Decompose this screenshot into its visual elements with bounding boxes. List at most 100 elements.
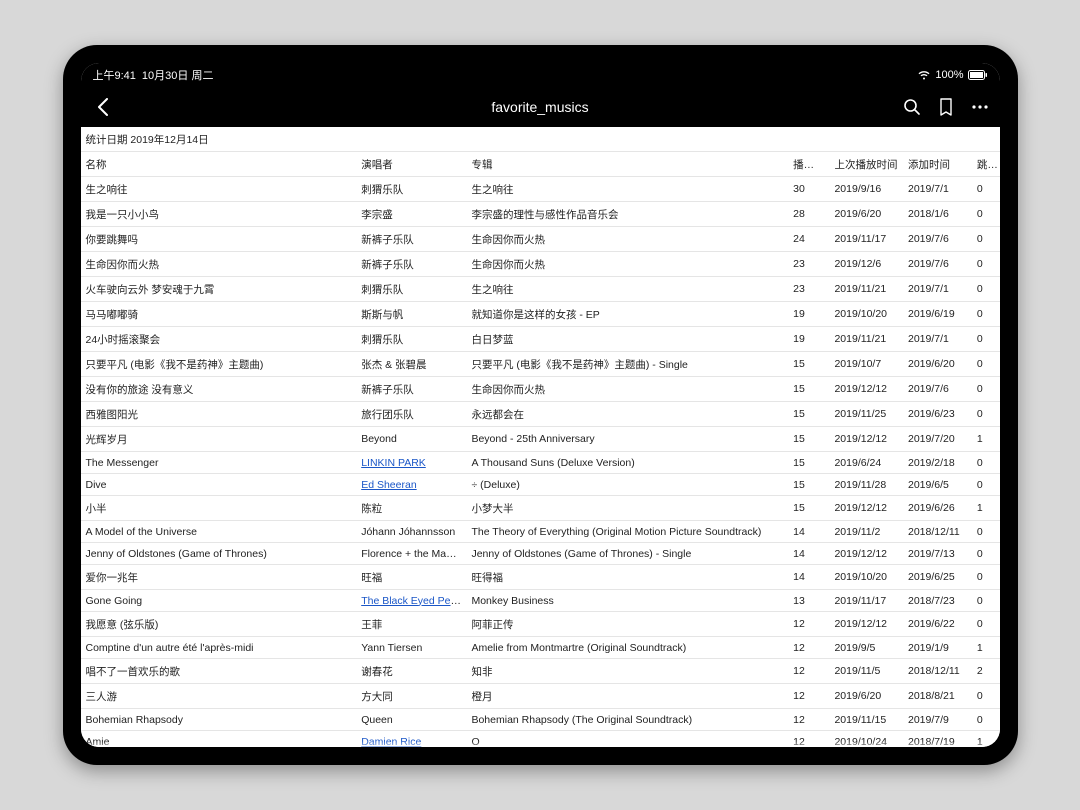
table-row[interactable]: 光辉岁月BeyondBeyond - 25th Anniversary15201…: [81, 427, 1000, 452]
table-row[interactable]: 只要平凡 (电影《我不是药神》主题曲)张杰 & 张碧晨只要平凡 (电影《我不是药…: [81, 352, 1000, 377]
cell-last-played: 2019/12/12: [829, 427, 903, 452]
cell-plays: 13: [788, 590, 829, 612]
cell-name: 光辉岁月: [81, 427, 357, 452]
cell-artist: Yann Tiersen: [356, 637, 466, 659]
cell-skips: 0: [972, 452, 1000, 474]
cell-last-played: 2019/12/12: [829, 496, 903, 521]
cell-artist-link[interactable]: LINKIN PARK: [361, 457, 426, 469]
table-row[interactable]: 生命因你而火热新裤子乐队生命因你而火热232019/12/62019/7/60: [81, 252, 1000, 277]
table-row[interactable]: AmieDamien RiceO122019/10/242018/7/191: [81, 731, 1000, 748]
cell-plays: 28: [788, 202, 829, 227]
cell-plays: 14: [788, 543, 829, 565]
table-row[interactable]: 唱不了一首欢乐的歌谢春花知非122019/11/52018/12/112: [81, 659, 1000, 684]
cell-last-played: 2019/6/20: [829, 684, 903, 709]
table-row[interactable]: 你要跳舞吗新裤子乐队生命因你而火热242019/11/172019/7/60: [81, 227, 1000, 252]
cell-added: 2019/6/22: [903, 612, 972, 637]
table-row[interactable]: 我是一只小小鸟李宗盛李宗盛的理性与感性作品音乐会282019/6/202018/…: [81, 202, 1000, 227]
cell-album: 生命因你而火热: [466, 377, 788, 402]
header-added: 添加时间: [903, 152, 972, 177]
cell-artist: 刺猬乐队: [356, 277, 466, 302]
cell-added: 2018/7/19: [903, 731, 972, 748]
cell-artist: Queen: [356, 709, 466, 731]
cell-artist: 刺猬乐队: [356, 327, 466, 352]
cell-last-played: 2019/11/21: [829, 327, 903, 352]
search-icon[interactable]: [902, 97, 922, 117]
cell-last-played: 2019/11/25: [829, 402, 903, 427]
cell-skips: 0: [972, 543, 1000, 565]
header-album: 专辑: [466, 152, 788, 177]
cell-plays: 12: [788, 637, 829, 659]
cell-artist: Florence + the Machine: [356, 543, 466, 565]
cell-added: 2018/12/11: [903, 521, 972, 543]
table-row[interactable]: Comptine d'un autre été l'après-midiYann…: [81, 637, 1000, 659]
cell-artist: Damien Rice: [356, 731, 466, 748]
cell-skips: 0: [972, 565, 1000, 590]
cell-artist: 新裤子乐队: [356, 227, 466, 252]
cell-album: Bohemian Rhapsody (The Original Soundtra…: [466, 709, 788, 731]
table-row[interactable]: 三人游方大同橙月122019/6/202018/8/210: [81, 684, 1000, 709]
table-row[interactable]: A Model of the UniverseJóhann Jóhannsson…: [81, 521, 1000, 543]
cell-name: 只要平凡 (电影《我不是药神》主题曲): [81, 352, 357, 377]
table-row[interactable]: 我愿意 (弦乐版)王菲阿菲正传122019/12/122019/6/220: [81, 612, 1000, 637]
cell-added: 2019/6/26: [903, 496, 972, 521]
cell-added: 2018/7/23: [903, 590, 972, 612]
table-row[interactable]: Jenny of Oldstones (Game of Thrones)Flor…: [81, 543, 1000, 565]
cell-album: 只要平凡 (电影《我不是药神》主题曲) - Single: [466, 352, 788, 377]
cell-name: 火车驶向云外 梦安魂于九霄: [81, 277, 357, 302]
cell-skips: 2: [972, 659, 1000, 684]
cell-artist-link[interactable]: The Black Eyed Peas: [361, 595, 461, 607]
table-row[interactable]: 生之响往刺猬乐队生之响往302019/9/162019/7/10: [81, 177, 1000, 202]
cell-artist: The Black Eyed Peas: [356, 590, 466, 612]
table-row[interactable]: 西雅图阳光旅行团乐队永远都会在152019/11/252019/6/230: [81, 402, 1000, 427]
cell-last-played: 2019/11/17: [829, 590, 903, 612]
cell-artist-link[interactable]: Damien Rice: [361, 736, 421, 748]
cell-artist: 王菲: [356, 612, 466, 637]
table-row[interactable]: 没有你的旅途 没有意义新裤子乐队生命因你而火热152019/12/122019/…: [81, 377, 1000, 402]
cell-last-played: 2019/10/7: [829, 352, 903, 377]
cell-skips: 0: [972, 684, 1000, 709]
cell-plays: 12: [788, 684, 829, 709]
top-bar: favorite_musics: [81, 87, 1000, 127]
table-row[interactable]: Gone GoingThe Black Eyed PeasMonkey Busi…: [81, 590, 1000, 612]
cell-plays: 19: [788, 327, 829, 352]
cell-added: 2019/7/1: [903, 277, 972, 302]
cell-added: 2018/12/11: [903, 659, 972, 684]
cell-artist: 新裤子乐队: [356, 252, 466, 277]
cell-name: 24小时摇滚聚会: [81, 327, 357, 352]
cell-artist-link[interactable]: Ed Sheeran: [361, 479, 416, 491]
cell-album: Beyond - 25th Anniversary: [466, 427, 788, 452]
cell-artist: 陈粒: [356, 496, 466, 521]
cell-album: 知非: [466, 659, 788, 684]
cell-album: 生命因你而火热: [466, 227, 788, 252]
table-row[interactable]: Bohemian RhapsodyQueenBohemian Rhapsody …: [81, 709, 1000, 731]
cell-last-played: 2019/6/24: [829, 452, 903, 474]
cell-plays: 12: [788, 709, 829, 731]
cell-added: 2018/1/6: [903, 202, 972, 227]
cell-album: A Thousand Suns (Deluxe Version): [466, 452, 788, 474]
table-row[interactable]: The MessengerLINKIN PARKA Thousand Suns …: [81, 452, 1000, 474]
bookmark-icon[interactable]: [936, 97, 956, 117]
cell-last-played: 2019/11/17: [829, 227, 903, 252]
table-row[interactable]: 小半陈粒小梦大半152019/12/122019/6/261: [81, 496, 1000, 521]
cell-last-played: 2019/11/28: [829, 474, 903, 496]
cell-last-played: 2019/10/20: [829, 302, 903, 327]
table-row[interactable]: 24小时摇滚聚会刺猬乐队白日梦蓝192019/11/212019/7/10: [81, 327, 1000, 352]
back-button[interactable]: [91, 95, 115, 119]
cell-added: 2019/6/25: [903, 565, 972, 590]
table-row[interactable]: 马马嘟嘟骑斯斯与帆就知道你是这样的女孩 - EP192019/10/202019…: [81, 302, 1000, 327]
cell-plays: 12: [788, 659, 829, 684]
cell-name: 没有你的旅途 没有意义: [81, 377, 357, 402]
content-area[interactable]: 统计日期 2019年12月14日名称演唱者专辑播放次数上次播放时间添加时间跳过次…: [81, 127, 1000, 747]
table-row[interactable]: DiveEd Sheeran÷ (Deluxe)152019/11/282019…: [81, 474, 1000, 496]
table-row[interactable]: 爱你一兆年旺福旺得福142019/10/202019/6/250: [81, 565, 1000, 590]
cell-skips: 0: [972, 612, 1000, 637]
cell-album: 阿菲正传: [466, 612, 788, 637]
cell-name: 小半: [81, 496, 357, 521]
header-name: 名称: [81, 152, 357, 177]
more-icon[interactable]: [970, 97, 990, 117]
cell-last-played: 2019/6/20: [829, 202, 903, 227]
cell-plays: 15: [788, 496, 829, 521]
table-row[interactable]: 火车驶向云外 梦安魂于九霄刺猬乐队生之响往232019/11/212019/7/…: [81, 277, 1000, 302]
cell-added: 2019/6/20: [903, 352, 972, 377]
header-artist: 演唱者: [356, 152, 466, 177]
